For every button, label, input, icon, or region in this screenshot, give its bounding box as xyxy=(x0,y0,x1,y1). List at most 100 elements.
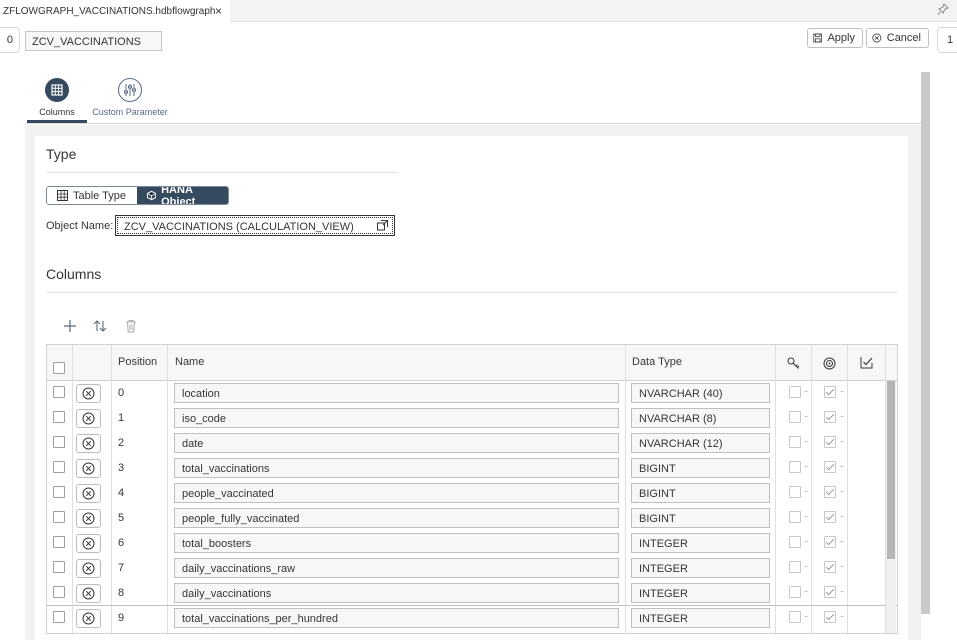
data-type-input[interactable]: NVARCHAR (40) xyxy=(631,383,770,403)
apply-button[interactable]: Apply xyxy=(807,28,863,48)
more-indicator: ·· xyxy=(840,487,844,496)
column-name-input[interactable]: date xyxy=(174,433,619,453)
more-indicator: ·· xyxy=(804,562,808,571)
table-row[interactable]: 6 total_boosters INTEGER ·· ·· xyxy=(47,531,897,556)
row-select-checkbox[interactable] xyxy=(53,411,65,423)
row-select-checkbox[interactable] xyxy=(53,461,65,473)
row-select-checkbox[interactable] xyxy=(53,611,65,623)
nullable-checkbox[interactable] xyxy=(824,386,836,398)
tab-close-icon[interactable]: × xyxy=(215,4,222,18)
sort-icon[interactable] xyxy=(92,318,108,334)
panel-scrollbar[interactable] xyxy=(921,72,930,614)
remove-row-button[interactable] xyxy=(76,509,101,528)
table-row[interactable]: 3 total_vaccinations BIGINT ·· ·· xyxy=(47,456,897,481)
row-select-checkbox[interactable] xyxy=(53,486,65,498)
data-type-input[interactable]: INTEGER xyxy=(631,608,770,628)
table-row[interactable]: 1 iso_code NVARCHAR (8) ·· ·· xyxy=(47,406,897,431)
remove-row-button[interactable] xyxy=(76,409,101,428)
data-type-input[interactable]: NVARCHAR (12) xyxy=(631,433,770,453)
key-checkbox[interactable] xyxy=(789,536,801,548)
table-row[interactable]: 7 daily_vaccinations_raw INTEGER ·· ·· xyxy=(47,556,897,581)
key-checkbox[interactable] xyxy=(789,486,801,498)
table-type-option[interactable]: Table Type xyxy=(47,187,137,204)
remove-row-button[interactable] xyxy=(76,484,101,503)
table-scrollbar[interactable] xyxy=(886,381,896,633)
data-type-input[interactable]: BIGINT xyxy=(631,483,770,503)
column-name-input[interactable]: total_vaccinations xyxy=(174,458,619,478)
row-select-checkbox[interactable] xyxy=(53,386,65,398)
editor-tab[interactable]: ZFLOWGRAPH_VACCINATIONS.hdbflowgraph × xyxy=(0,0,230,22)
table-row[interactable]: 0 location NVARCHAR (40) ·· ·· xyxy=(47,381,897,406)
tab-columns[interactable]: Columns xyxy=(32,78,82,117)
nullable-checkbox[interactable] xyxy=(824,511,836,523)
nullable-checkbox[interactable] xyxy=(824,486,836,498)
row-select-checkbox[interactable] xyxy=(53,436,65,448)
data-type-input[interactable]: BIGINT xyxy=(631,508,770,528)
key-checkbox[interactable] xyxy=(789,586,801,598)
column-name-input[interactable]: total_vaccinations_per_hundred xyxy=(174,608,619,628)
data-type-input[interactable]: NVARCHAR (8) xyxy=(631,408,770,428)
table-row[interactable]: 2 date NVARCHAR (12) ·· ·· xyxy=(47,431,897,456)
row-select-checkbox[interactable] xyxy=(53,586,65,598)
data-type-input[interactable]: INTEGER xyxy=(631,558,770,578)
select-all-checkbox[interactable] xyxy=(53,362,65,374)
tab-custom-parameter-label: Custom Parameter xyxy=(92,107,168,117)
column-name-input[interactable]: people_fully_vaccinated xyxy=(174,508,619,528)
remove-row-icon xyxy=(82,587,95,600)
remove-row-button[interactable] xyxy=(76,534,101,553)
hana-object-option[interactable]: HANA Object xyxy=(137,187,228,204)
more-indicator: ·· xyxy=(804,512,808,521)
pin-icon[interactable] xyxy=(937,3,949,17)
remove-row-button[interactable] xyxy=(76,384,101,403)
left-side-tab[interactable]: 0 xyxy=(0,27,20,53)
key-checkbox[interactable] xyxy=(789,461,801,473)
column-name-input[interactable]: people_vaccinated xyxy=(174,483,619,503)
right-side-tab[interactable]: 1 xyxy=(937,27,957,53)
column-name-input[interactable]: iso_code xyxy=(174,408,619,428)
column-name-input[interactable]: total_boosters xyxy=(174,533,619,553)
row-select-checkbox[interactable] xyxy=(53,561,65,573)
nullable-checkbox[interactable] xyxy=(824,411,836,423)
remove-row-button[interactable] xyxy=(76,559,101,578)
data-type-input[interactable]: BIGINT xyxy=(631,458,770,478)
key-checkbox[interactable] xyxy=(789,561,801,573)
more-indicator: ·· xyxy=(840,587,844,596)
row-select-checkbox[interactable] xyxy=(53,536,65,548)
data-type-input[interactable]: INTEGER xyxy=(631,533,770,553)
key-checkbox[interactable] xyxy=(789,611,801,623)
row-select-checkbox[interactable] xyxy=(53,511,65,523)
node-name-field[interactable]: ZCV_VACCINATIONS xyxy=(25,31,162,51)
cancel-button[interactable]: Cancel xyxy=(866,28,929,48)
nullable-checkbox[interactable] xyxy=(824,611,836,623)
table-row[interactable]: 5 people_fully_vaccinated BIGINT ·· ·· xyxy=(47,506,897,531)
column-name-input[interactable]: daily_vaccinations_raw xyxy=(174,558,619,578)
value-help-icon[interactable] xyxy=(377,220,388,231)
tab-custom-parameter[interactable]: Custom Parameter xyxy=(90,78,170,117)
key-checkbox[interactable] xyxy=(789,511,801,523)
remove-row-button[interactable] xyxy=(76,609,101,628)
add-icon[interactable] xyxy=(62,318,78,334)
table-row[interactable]: 9 total_vaccinations_per_hundred INTEGER ··… xyxy=(47,606,897,631)
remove-row-button[interactable] xyxy=(76,434,101,453)
nullable-checkbox[interactable] xyxy=(824,561,836,573)
save-icon xyxy=(813,33,823,43)
nullable-checkbox[interactable] xyxy=(824,586,836,598)
table-row[interactable]: 4 people_vaccinated BIGINT ·· ·· xyxy=(47,481,897,506)
key-checkbox[interactable] xyxy=(789,411,801,423)
row-position: 0 xyxy=(118,387,125,399)
more-indicator: ·· xyxy=(840,612,844,621)
column-name-input[interactable]: daily_vaccinations xyxy=(174,583,619,603)
data-type-input[interactable]: INTEGER xyxy=(631,583,770,603)
delete-icon[interactable] xyxy=(123,318,139,334)
nullable-checkbox[interactable] xyxy=(824,436,836,448)
table-scrollbar-thumb[interactable] xyxy=(887,381,895,559)
object-name-input[interactable]: ZCV_VACCINATIONS (CALCULATION_VIEW) xyxy=(115,215,395,236)
remove-row-button[interactable] xyxy=(76,459,101,478)
nullable-checkbox[interactable] xyxy=(824,536,836,548)
key-checkbox[interactable] xyxy=(789,436,801,448)
nullable-checkbox[interactable] xyxy=(824,461,836,473)
key-checkbox[interactable] xyxy=(789,386,801,398)
table-row[interactable]: 8 daily_vaccinations INTEGER ·· ·· xyxy=(47,581,897,606)
column-name-input[interactable]: location xyxy=(174,383,619,403)
remove-row-button[interactable] xyxy=(76,584,101,603)
